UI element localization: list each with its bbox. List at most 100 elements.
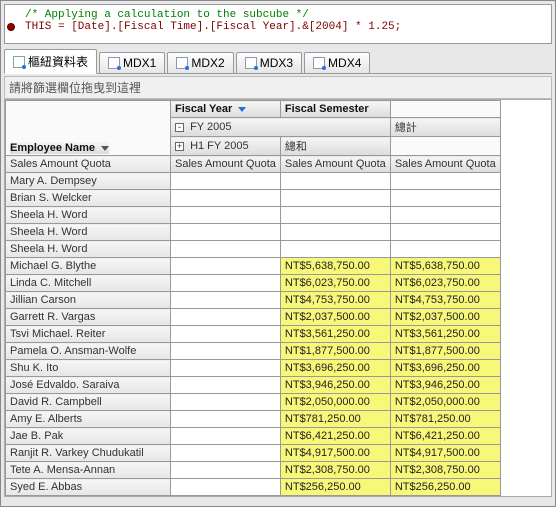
cell <box>171 190 281 207</box>
table-row[interactable]: Syed E. AbbasNT$256,250.00NT$256,250.00 <box>6 479 501 496</box>
cell <box>171 343 281 360</box>
cell: NT$4,753,750.00 <box>280 292 390 309</box>
cell <box>171 394 281 411</box>
table-row[interactable]: Tsvi Michael. ReiterNT$3,561,250.00NT$3,… <box>6 326 501 343</box>
tab-mdx3-label: MDX3 <box>260 56 293 70</box>
pivot-grid[interactable]: Employee Name Fiscal Year Fiscal Semeste… <box>4 99 552 497</box>
pivot-icon <box>13 56 25 68</box>
tab-mdx4-label: MDX4 <box>328 56 361 70</box>
table-row[interactable]: Rachel B. Valdez NT$2,858,750.00NT$2,858,… <box>6 496 501 498</box>
cell <box>171 479 281 496</box>
cell <box>171 377 281 394</box>
employee-name-header[interactable]: Employee Name <box>10 142 109 154</box>
grand-col-header[interactable]: 總和 <box>280 137 390 156</box>
row-label: Mary A. Dempsey <box>6 173 171 190</box>
row-label: Tsvi Michael. Reiter <box>6 326 171 343</box>
cell: NT$3,696,250.00 <box>390 360 500 377</box>
cell <box>171 173 281 190</box>
code-editor[interactable]: /* Applying a calculation to the subcube… <box>4 4 552 44</box>
table-row[interactable]: Brian S. Welcker <box>6 190 501 207</box>
cell <box>171 411 281 428</box>
row-label: Amy E. Alberts <box>6 411 171 428</box>
table-row[interactable]: Amy E. AlbertsNT$781,250.00NT$781,250.00 <box>6 411 501 428</box>
cell: NT$6,421,250.00 <box>280 428 390 445</box>
table-row[interactable]: Jae B. PakNT$6,421,250.00NT$6,421,250.00 <box>6 428 501 445</box>
breakpoint-marker[interactable] <box>7 23 15 31</box>
cell <box>390 224 500 241</box>
empty-header <box>390 101 500 118</box>
cell <box>171 207 281 224</box>
row-label: Syed E. Abbas <box>6 479 171 496</box>
cell: NT$3,696,250.00 <box>280 360 390 377</box>
cell <box>390 173 500 190</box>
table-row[interactable]: David R. CampbellNT$2,050,000.00NT$2,050… <box>6 394 501 411</box>
h1fy-node[interactable]: + H1 FY 2005 <box>171 137 281 156</box>
cell: NT$3,561,250.00 <box>280 326 390 343</box>
mdx-icon <box>176 57 188 69</box>
tab-mdx1[interactable]: MDX1 <box>99 52 165 73</box>
cell: NT$6,023,750.00 <box>390 275 500 292</box>
tab-mdx4[interactable]: MDX4 <box>304 52 370 73</box>
tab-bar: 樞紐資料表 MDX1 MDX2 MDX3 MDX4 <box>4 50 552 74</box>
cell: NT$2,050,000.00 <box>390 394 500 411</box>
empty-header <box>390 137 500 156</box>
cell: NT$2,308,750.00 <box>390 462 500 479</box>
cell <box>280 224 390 241</box>
table-row[interactable]: Sheela H. Word <box>6 224 501 241</box>
table-row[interactable]: Tete A. Mensa-AnnanNT$2,308,750.00NT$2,3… <box>6 462 501 479</box>
row-label: Sheela H. Word <box>6 241 171 258</box>
filter-drop-area[interactable]: 請將篩選欄位拖曳到這裡 <box>4 76 552 99</box>
collapse-icon[interactable]: - <box>175 123 184 132</box>
dropdown-icon[interactable] <box>101 146 109 151</box>
cell: NT$6,421,250.00 <box>390 428 500 445</box>
fiscal-year-header[interactable]: Fiscal Year <box>171 101 281 118</box>
row-label: Garrett R. Vargas <box>6 309 171 326</box>
cell: NT$5,638,750.00 <box>390 258 500 275</box>
mdx-icon <box>245 57 257 69</box>
grand-total-col-header[interactable]: 總計 <box>390 118 500 137</box>
expand-icon[interactable]: + <box>175 142 184 151</box>
measure-header-1[interactable]: Sales Amount Quota <box>171 156 281 173</box>
table-row[interactable]: Ranjit R. Varkey ChudukatilNT$4,917,500.… <box>6 445 501 462</box>
table-row[interactable]: Pamela O. Ansman-WolfeNT$1,877,500.00NT$… <box>6 343 501 360</box>
cell <box>390 190 500 207</box>
mdx-icon <box>313 57 325 69</box>
table-row[interactable]: Garrett R. Vargas NT$2,037,500.00NT$2,037… <box>6 309 501 326</box>
fiscal-semester-header[interactable]: Fiscal Semester <box>280 101 390 118</box>
table-row[interactable]: Shu K. Ito NT$3,696,250.00NT$3,696,250.00 <box>6 360 501 377</box>
cell: NT$3,946,250.00 <box>390 377 500 394</box>
table-row[interactable]: Linda C. MitchellNT$6,023,750.00NT$6,023… <box>6 275 501 292</box>
tab-mdx3[interactable]: MDX3 <box>236 52 302 73</box>
fy-node-collapsed[interactable]: - FY 2005 <box>171 118 391 137</box>
cell: NT$2,037,500.00 <box>280 309 390 326</box>
measure-header-3[interactable]: Sales Amount Quota <box>390 156 500 173</box>
pivot-table: Employee Name Fiscal Year Fiscal Semeste… <box>5 100 501 497</box>
table-row[interactable]: Jillian CarsonNT$4,753,750.00NT$4,753,75… <box>6 292 501 309</box>
cell: NT$2,050,000.00 <box>280 394 390 411</box>
tab-pivot[interactable]: 樞紐資料表 <box>4 49 97 74</box>
row-label: Jillian Carson <box>6 292 171 309</box>
row-label: Rachel B. Valdez <box>6 496 171 498</box>
cell <box>171 496 281 498</box>
table-row[interactable]: Mary A. Dempsey <box>6 173 501 190</box>
tab-mdx2[interactable]: MDX2 <box>167 52 233 73</box>
cell <box>171 275 281 292</box>
mdx-icon <box>108 57 120 69</box>
cell: NT$2,858,750.00 <box>390 496 500 498</box>
cell: NT$2,858,750.00 <box>280 496 390 498</box>
cell: NT$2,037,500.00 <box>390 309 500 326</box>
measure-header-2[interactable]: Sales Amount Quota <box>280 156 390 173</box>
measure-header-0[interactable]: Sales Amount Quota <box>6 156 171 173</box>
cell <box>280 207 390 224</box>
tab-mdx2-label: MDX2 <box>191 56 224 70</box>
dropdown-icon[interactable] <box>238 107 246 112</box>
cell: NT$781,250.00 <box>390 411 500 428</box>
row-label: Pamela O. Ansman-Wolfe <box>6 343 171 360</box>
cell: NT$2,308,750.00 <box>280 462 390 479</box>
table-row[interactable]: José Edvaldo. SaraivaNT$3,946,250.00NT$3… <box>6 377 501 394</box>
row-label: Shu K. Ito <box>6 360 171 377</box>
cell: NT$1,877,500.00 <box>390 343 500 360</box>
table-row[interactable]: Sheela H. Word <box>6 241 501 258</box>
table-row[interactable]: Michael G. BlytheNT$5,638,750.00NT$5,638… <box>6 258 501 275</box>
table-row[interactable]: Sheela H. Word <box>6 207 501 224</box>
